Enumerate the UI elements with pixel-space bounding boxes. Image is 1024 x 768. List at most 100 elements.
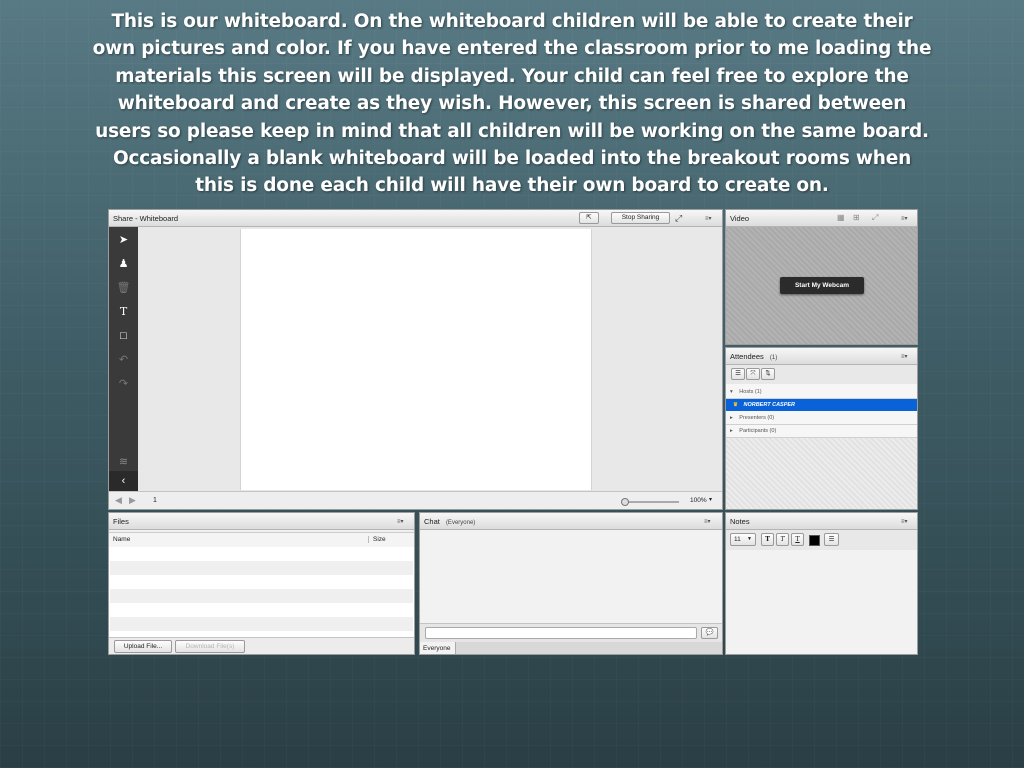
files-footer: Upload File... Download File(s) — [109, 637, 414, 654]
whiteboard-canvas[interactable] — [240, 229, 592, 490]
host-user-icon: ♛ — [733, 402, 738, 408]
underline-icon[interactable]: T — [791, 533, 804, 546]
hosts-label: Hosts (1) — [739, 389, 762, 395]
pod-options-menu-icon[interactable]: ≡▾ — [705, 215, 712, 222]
files-title: Files — [113, 517, 129, 526]
files-table-header: Name Size — [109, 532, 414, 548]
layers-icon[interactable]: ≋ — [109, 452, 138, 472]
list-item[interactable] — [110, 547, 413, 561]
hosts-group[interactable]: ▾ Hosts (1) — [726, 386, 917, 399]
files-pod: Files ≡▾ Name Size Upload File... Downlo… — [108, 512, 415, 655]
whiteboard-title: Share - Whiteboard — [113, 214, 179, 223]
status-view-icon[interactable]: ⇅ — [761, 368, 775, 380]
font-size-value: 11 — [734, 536, 741, 543]
list-item[interactable] — [110, 603, 413, 617]
grid-view-icon[interactable]: ▦ — [837, 213, 845, 222]
pod-options-menu-icon[interactable]: ≡▾ — [901, 518, 908, 525]
tab-everyone[interactable]: Everyone — [420, 642, 456, 654]
attendee-view-toolbar: ☰ ⤧ ⇅ — [726, 365, 917, 385]
layout-icon[interactable]: ⊞ — [853, 213, 860, 222]
notes-editor[interactable] — [726, 550, 917, 654]
undo-icon[interactable]: ↶ — [109, 350, 138, 370]
rectangle-icon[interactable]: □ — [109, 326, 138, 346]
bold-icon[interactable]: T — [761, 533, 774, 546]
send-message-icon[interactable]: 💬 — [701, 627, 718, 639]
marker-icon[interactable]: ♟ — [109, 254, 138, 274]
download-file-button[interactable]: Download File(s) — [175, 640, 245, 653]
start-webcam-button[interactable]: Start My Webcam — [780, 277, 864, 294]
list-item[interactable] — [110, 617, 413, 631]
breakout-view-icon[interactable]: ⤧ — [746, 368, 760, 380]
notes-toolbar: 11 ▼ T T T ☰ — [726, 530, 917, 551]
attendees-header: Attendees (1) ≡▾ — [726, 348, 917, 365]
whiteboard-pod: Share - Whiteboard ⇱ Stop Sharing ⤢ ≡▾ ➤… — [108, 209, 723, 510]
collapsed-arrow-icon: ▸ — [730, 428, 733, 434]
zoom-dropdown-icon[interactable]: ▾ — [709, 496, 712, 503]
chat-header: Chat (Everyone) ≡▾ — [420, 513, 722, 530]
attendees-pod: Attendees (1) ≡▾ ☰ ⤧ ⇅ ▾ Hosts (1) ♛ NOR… — [725, 347, 918, 510]
chat-pod: Chat (Everyone) ≡▾ 💬 Everyone — [419, 512, 723, 655]
connect-meeting-app: Share - Whiteboard ⇱ Stop Sharing ⤢ ≡▾ ➤… — [108, 209, 918, 655]
collapse-icon[interactable]: ‹ — [109, 471, 138, 493]
share-screen-button[interactable]: ⇱ — [579, 212, 599, 224]
whiteboard-toolbar: ➤ ♟ 🗑 T □ ↶ ↷ ≋ ‹ — [109, 227, 138, 493]
page-number: 1 — [153, 497, 157, 504]
chevron-down-icon: ▼ — [747, 536, 752, 542]
attendee-empty-area — [726, 438, 917, 509]
trash-icon[interactable]: 🗑 — [109, 278, 138, 298]
fullscreen-icon[interactable]: ⤢ — [675, 213, 682, 224]
video-area: Start My Webcam — [726, 227, 917, 344]
notes-header: Notes ≡▾ — [726, 513, 917, 530]
presenters-group[interactable]: ▸ Presenters (0) — [726, 412, 917, 425]
zoom-slider[interactable] — [621, 498, 679, 506]
pod-options-menu-icon[interactable]: ≡▾ — [901, 353, 908, 360]
notes-pod: Notes ≡▾ 11 ▼ T T T ☰ — [725, 512, 918, 655]
whiteboard-header: Share - Whiteboard ⇱ Stop Sharing ⤢ ≡▾ — [109, 210, 722, 227]
redo-icon[interactable]: ↷ — [109, 374, 138, 394]
whiteboard-footer: ◀ ▶ 1 100% ▾ — [109, 491, 722, 509]
italic-icon[interactable]: T — [776, 533, 789, 546]
column-header-size[interactable]: Size — [368, 536, 386, 543]
pod-options-menu-icon[interactable]: ≡▾ — [901, 215, 908, 222]
chat-scope: (Everyone) — [445, 520, 476, 526]
notes-title: Notes — [730, 517, 750, 526]
files-list — [109, 547, 414, 637]
attendee-row-host[interactable]: ♛ NORBERT CASPER — [726, 399, 917, 411]
expand-arrow-icon: ▾ — [730, 389, 733, 395]
zoom-slider-handle[interactable] — [621, 498, 629, 506]
video-header: Video ▦ ⊞ ⤢ ≡▾ — [726, 210, 917, 227]
next-page-icon[interactable]: ▶ — [129, 495, 136, 506]
attendees-count: (1) — [769, 355, 778, 361]
chat-messages — [420, 530, 722, 623]
presenters-label: Presenters (0) — [739, 415, 775, 421]
host-name: NORBERT CASPER — [743, 402, 796, 408]
font-size-select[interactable]: 11 ▼ — [730, 533, 756, 546]
chat-title: Chat — [424, 517, 440, 526]
list-item[interactable] — [110, 561, 413, 575]
whiteboard-canvas-area — [138, 227, 722, 491]
slide-caption: This is our whiteboard. On the whiteboar… — [92, 11, 932, 197]
text-color-swatch[interactable] — [809, 535, 820, 546]
zoom-level[interactable]: 100% — [690, 497, 707, 504]
upload-file-button[interactable]: Upload File... — [114, 640, 172, 653]
collapsed-arrow-icon: ▸ — [730, 415, 733, 421]
fullscreen-icon[interactable]: ⤢ — [872, 213, 878, 223]
pod-options-menu-icon[interactable]: ≡▾ — [704, 518, 711, 525]
previous-page-icon[interactable]: ◀ — [115, 495, 122, 506]
select-icon[interactable]: ➤ — [109, 230, 138, 250]
video-pod: Video ▦ ⊞ ⤢ ≡▾ Start My Webcam — [725, 209, 918, 345]
list-item[interactable] — [110, 589, 413, 603]
chat-message-input[interactable] — [425, 627, 697, 639]
pod-options-menu-icon[interactable]: ≡▾ — [397, 518, 404, 525]
participants-label: Participants (0) — [739, 428, 777, 434]
stop-sharing-button[interactable]: Stop Sharing — [611, 212, 670, 224]
list-item[interactable] — [110, 575, 413, 589]
participants-group[interactable]: ▸ Participants (0) — [726, 425, 917, 438]
text-icon[interactable]: T — [109, 302, 138, 322]
attendee-list: ▾ Hosts (1) ♛ NORBERT CASPER ▸ Presenter… — [726, 384, 917, 438]
files-header: Files ≡▾ — [109, 513, 414, 530]
bullet-list-icon[interactable]: ☰ — [824, 533, 839, 546]
column-header-name[interactable]: Name — [113, 536, 130, 543]
list-view-icon[interactable]: ☰ — [731, 368, 745, 380]
chat-tabs: Everyone — [420, 642, 722, 654]
